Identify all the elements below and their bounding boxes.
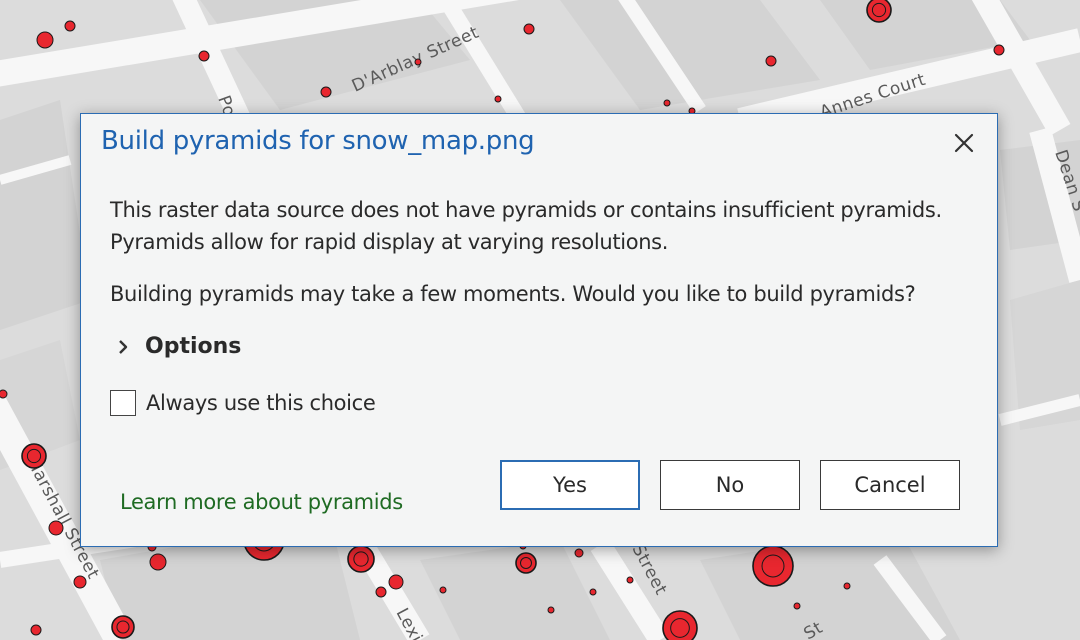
map-point <box>48 520 64 536</box>
learn-more-link[interactable]: Learn more about pyramids <box>120 490 403 514</box>
map-point <box>574 548 584 558</box>
close-icon <box>954 133 974 153</box>
map-point <box>589 588 597 596</box>
message-line1: This raster data source does not have py… <box>110 198 942 254</box>
dialog-title: Build pyramids for snow_map.png <box>101 126 535 156</box>
map-point <box>626 576 634 584</box>
chevron-right-icon <box>119 339 128 354</box>
map-point <box>663 99 671 107</box>
map-point <box>515 552 537 574</box>
no-button[interactable]: No <box>660 460 800 510</box>
map-point <box>64 20 76 32</box>
map-point <box>662 610 698 640</box>
build-pyramids-dialog: Build pyramids for snow_map.png This ras… <box>80 113 998 547</box>
map-point <box>0 389 8 399</box>
cancel-button[interactable]: Cancel <box>820 460 960 510</box>
map-point <box>320 86 332 98</box>
map-point <box>21 443 47 469</box>
map-point <box>993 44 1005 56</box>
map-point <box>793 602 801 610</box>
map-point <box>198 50 210 62</box>
close-button[interactable] <box>949 128 979 158</box>
map-point <box>547 606 555 614</box>
map-point <box>523 23 535 35</box>
map-point <box>439 586 447 594</box>
map-point <box>843 582 851 590</box>
message-line2: Building pyramids may take a few moments… <box>110 282 916 306</box>
options-label: Options <box>145 334 242 359</box>
options-expander[interactable]: Options <box>115 334 241 359</box>
map-point <box>414 58 422 66</box>
yes-button[interactable]: Yes <box>500 460 640 510</box>
map-point <box>149 553 167 571</box>
map-point <box>375 586 387 598</box>
map-point <box>36 31 54 49</box>
map-point <box>388 574 404 590</box>
map-point <box>111 615 135 639</box>
map-point <box>30 624 42 636</box>
always-use-checkbox[interactable] <box>110 390 136 416</box>
map-point <box>494 95 502 103</box>
map-point <box>765 55 777 67</box>
map-point <box>73 575 87 589</box>
map-point <box>752 545 794 587</box>
always-use-label[interactable]: Always use this choice <box>146 391 376 415</box>
map-point <box>347 545 375 573</box>
always-use-choice: Always use this choice <box>110 390 376 416</box>
